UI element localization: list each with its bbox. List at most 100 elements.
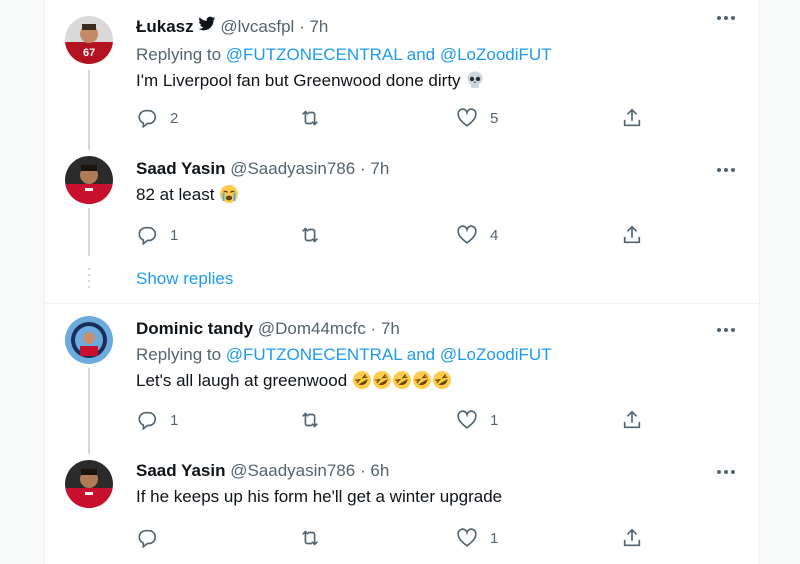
svg-text:67: 67 <box>83 47 95 59</box>
replying-to: Replying to @FUTZONECENTRAL and @LoZoodi… <box>136 44 709 66</box>
thread-line <box>88 208 90 256</box>
reply-button[interactable]: 1 <box>136 223 178 247</box>
tweet-content: Saad Yasin @Saadyasin786 · 6h If he keep… <box>136 460 709 508</box>
retweet-button[interactable] <box>299 106 333 130</box>
author-name[interactable]: Dominic tandy <box>136 319 253 338</box>
reply-count: 1 <box>170 226 179 244</box>
author-name[interactable]: Łukasz <box>136 17 194 36</box>
avatar[interactable] <box>65 316 113 364</box>
thread-line <box>88 70 90 150</box>
replying-to: Replying to @FUTZONECENTRAL and @LoZoodi… <box>136 344 709 366</box>
more-options-icon[interactable] <box>715 160 737 180</box>
share-button[interactable] <box>621 106 643 130</box>
mention-link[interactable]: @LoZoodiFUT <box>440 345 552 364</box>
mention-link[interactable]: @FUTZONECENTRAL <box>226 45 402 64</box>
like-count: 5 <box>490 109 499 127</box>
more-options-icon[interactable] <box>715 462 737 482</box>
share-icon <box>623 225 641 244</box>
retweet-icon <box>302 110 318 126</box>
like-button[interactable]: 5 <box>456 106 498 130</box>
more-options-icon[interactable] <box>715 8 737 28</box>
share-button[interactable] <box>621 526 643 550</box>
like-count: 1 <box>490 529 499 547</box>
author-handle[interactable]: @lvcasfpl <box>220 17 294 36</box>
like-count: 1 <box>490 411 499 429</box>
and-text: and <box>402 45 440 64</box>
reply-count: 1 <box>170 411 179 429</box>
separator-dot: · <box>359 159 366 178</box>
tweet-3[interactable]: Dominic tandy @Dom44mcfc · 7h Replying t… <box>45 304 759 454</box>
share-button[interactable] <box>621 408 643 432</box>
timestamp[interactable]: 7h <box>309 17 328 36</box>
avatar[interactable]: 67 <box>65 16 113 64</box>
tweet-header: Łukasz @lvcasfpl · 7h <box>136 16 709 40</box>
avatar[interactable] <box>65 460 113 508</box>
share-icon <box>623 108 641 127</box>
replying-to-label: Replying to <box>136 345 226 364</box>
tweet-actions: 1 4 <box>136 223 656 247</box>
reply-button[interactable]: 2 <box>136 106 178 130</box>
tweet-text-content: Let's all laugh at greenwood <box>136 371 348 390</box>
reply-icon <box>138 109 157 129</box>
tweet-text: 82 at least <box>136 184 709 206</box>
tweet-actions: 1 1 <box>136 408 656 432</box>
tweet-header: Saad Yasin @Saadyasin786 · 6h <box>136 460 709 482</box>
verified-badge-icon <box>198 16 216 40</box>
mention-link[interactable]: @FUTZONECENTRAL <box>226 345 402 364</box>
thread-line <box>88 368 90 454</box>
like-button[interactable]: 1 <box>456 526 498 550</box>
and-text: and <box>402 345 440 364</box>
heart-icon <box>457 108 477 127</box>
timestamp[interactable]: 7h <box>381 319 400 338</box>
like-button[interactable]: 4 <box>456 223 498 247</box>
retweet-button[interactable] <box>299 526 333 550</box>
show-replies-link[interactable]: Show replies <box>136 269 233 289</box>
tweet-4[interactable]: Saad Yasin @Saadyasin786 · 6h If he keep… <box>45 444 759 564</box>
retweet-icon <box>302 530 318 546</box>
tweet-text-content: I'm Liverpool fan but Greenwood done dir… <box>136 71 461 90</box>
tweet-text-content: 82 at least <box>136 185 215 204</box>
like-button[interactable]: 1 <box>456 408 498 432</box>
tweet-text: Let's all laugh at greenwood <box>136 370 709 392</box>
thread-dots <box>88 268 90 292</box>
reply-count: 2 <box>170 109 179 127</box>
share-icon <box>623 410 641 429</box>
avatar[interactable] <box>65 156 113 204</box>
heart-icon <box>457 225 477 244</box>
tweet-actions: 2 5 <box>136 106 656 130</box>
author-handle[interactable]: @Dom44mcfc <box>258 319 366 338</box>
author-handle[interactable]: @Saadyasin786 <box>230 159 355 178</box>
retweet-button[interactable] <box>299 223 333 247</box>
share-icon <box>623 528 641 547</box>
tweet-1[interactable]: 67 Łukasz @lvcasfpl · 7h Replying to @FU… <box>45 0 759 150</box>
author-name[interactable]: Saad Yasin <box>136 461 225 480</box>
tweet-text: If he keeps up his form he'll get a wint… <box>136 487 503 506</box>
skull-emoji-icon <box>465 70 485 90</box>
separator-dot: · <box>359 461 366 480</box>
more-options-icon[interactable] <box>715 320 737 340</box>
mention-link[interactable]: @LoZoodiFUT <box>440 45 552 64</box>
tweet-text: I'm Liverpool fan but Greenwood done dir… <box>136 70 709 92</box>
conversation-column: 67 Łukasz @lvcasfpl · 7h Replying to @FU… <box>44 0 760 564</box>
timestamp[interactable]: 6h <box>370 461 389 480</box>
reply-icon <box>138 529 157 549</box>
separator-dot: · <box>370 319 377 338</box>
timestamp[interactable]: 7h <box>370 159 389 178</box>
retweet-icon <box>302 227 318 243</box>
author-handle[interactable]: @Saadyasin786 <box>230 461 355 480</box>
tweet-content: Saad Yasin @Saadyasin786 · 7h 82 at leas… <box>136 158 709 206</box>
reply-button[interactable]: 1 <box>136 408 178 432</box>
heart-icon <box>457 528 477 547</box>
reply-button[interactable] <box>136 526 170 550</box>
retweet-icon <box>302 412 318 428</box>
like-count: 4 <box>490 226 499 244</box>
tweet-header: Saad Yasin @Saadyasin786 · 7h <box>136 158 709 180</box>
tweet-2[interactable]: Saad Yasin @Saadyasin786 · 7h 82 at leas… <box>45 146 759 256</box>
rolling-on-floor-laughing-emoji-icon <box>352 371 452 390</box>
tweet-content: Dominic tandy @Dom44mcfc · 7h Replying t… <box>136 318 709 392</box>
author-name[interactable]: Saad Yasin <box>136 159 225 178</box>
retweet-button[interactable] <box>299 408 333 432</box>
tweet-actions: 1 <box>136 526 656 550</box>
reply-icon <box>138 411 157 431</box>
share-button[interactable] <box>621 223 643 247</box>
